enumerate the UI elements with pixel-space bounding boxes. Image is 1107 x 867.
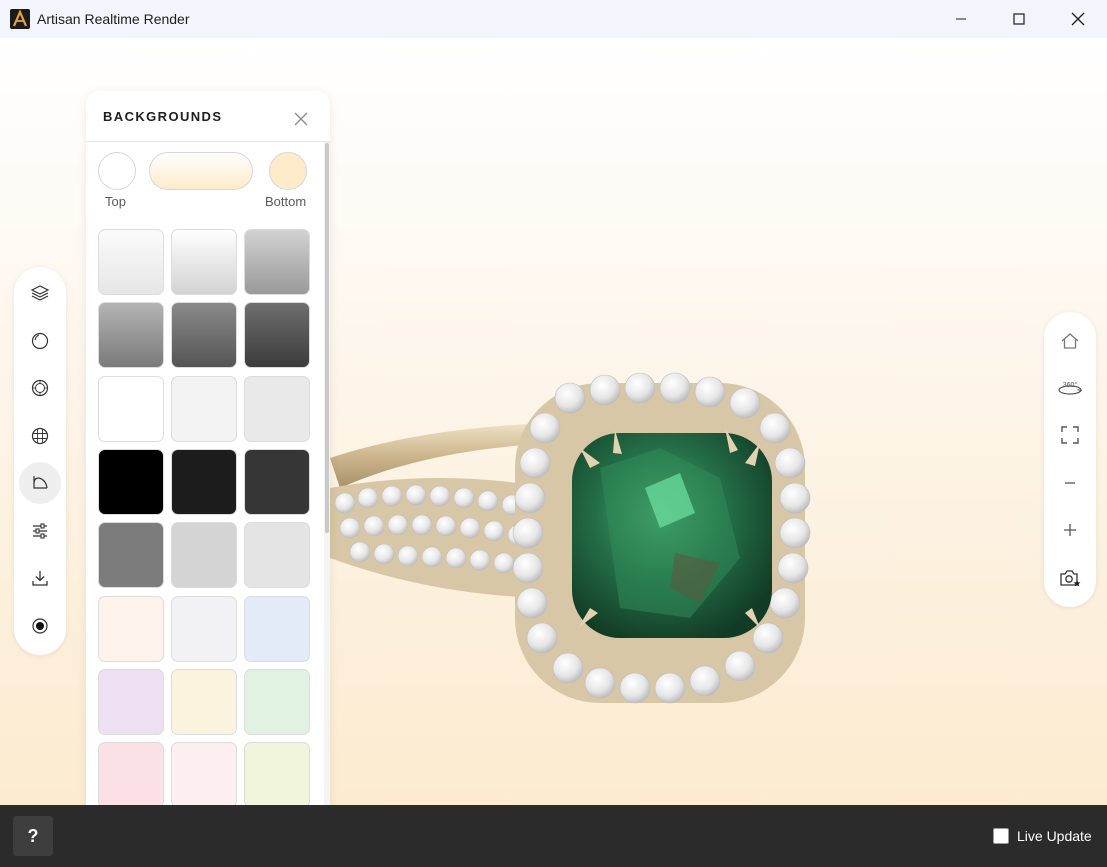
layers-button[interactable]: [19, 272, 61, 314]
adjustments-icon: [33, 523, 47, 539]
background-swatch[interactable]: [244, 375, 310, 442]
background-swatch[interactable]: [98, 522, 164, 589]
camera-icon: [1060, 570, 1081, 587]
backgrounds-panel: BACKGROUNDS Top Bottom: [86, 91, 330, 805]
fullscreen-icon: [1061, 426, 1079, 444]
title-bar: Artisan Realtime Render: [0, 0, 1107, 38]
bottom-color-label: Bottom: [265, 194, 307, 209]
close-icon: [294, 112, 308, 126]
background-swatch[interactable]: [171, 448, 237, 515]
help-button[interactable]: ?: [13, 816, 53, 856]
environment-icon: [31, 427, 49, 445]
background-swatch[interactable]: [171, 595, 237, 662]
background-swatch[interactable]: [171, 522, 237, 589]
rotate-360-icon: 360°: [1058, 381, 1083, 395]
close-icon: [1071, 12, 1085, 26]
background-swatch[interactable]: [244, 742, 310, 805]
maximize-icon: [1013, 13, 1025, 25]
background-swatch[interactable]: [244, 595, 310, 662]
record-icon: [32, 618, 48, 634]
background-swatch[interactable]: [98, 668, 164, 735]
layers-icon: [30, 285, 50, 301]
minimize-button[interactable]: [932, 0, 990, 38]
environment-button[interactable]: [19, 415, 61, 457]
home-view-button[interactable]: [1049, 320, 1091, 362]
background-swatch[interactable]: [98, 375, 164, 442]
download-button[interactable]: [19, 557, 61, 599]
left-toolbar: [14, 267, 66, 655]
background-swatch[interactable]: [98, 229, 164, 295]
zoom-out-icon: [1065, 482, 1075, 484]
background-swatch[interactable]: [171, 229, 237, 295]
divider: [86, 141, 330, 142]
scrollbar-thumb[interactable]: [325, 143, 329, 533]
panel-close-button[interactable]: [290, 108, 312, 130]
background-swatch[interactable]: [171, 742, 237, 805]
background-button[interactable]: [19, 462, 61, 504]
zoom-out-button[interactable]: [1049, 462, 1091, 504]
background-swatch[interactable]: [98, 595, 164, 662]
rotate-360-button[interactable]: 360°: [1049, 367, 1091, 409]
ring-model[interactable]: [300, 338, 820, 718]
close-window-button[interactable]: [1049, 0, 1107, 38]
background-swatch[interactable]: [244, 448, 310, 515]
bottom-color-picker[interactable]: [269, 152, 307, 190]
download-icon: [32, 571, 48, 586]
render-viewport[interactable]: BACKGROUNDS Top Bottom 360°: [0, 38, 1107, 805]
background-swatch[interactable]: [244, 302, 310, 369]
maximize-button[interactable]: [990, 0, 1048, 38]
background-swatch[interactable]: [171, 302, 237, 369]
metal-button[interactable]: [19, 320, 61, 362]
live-update-checkbox[interactable]: [993, 828, 1009, 844]
gem-icon: [31, 379, 49, 397]
home-icon: [1061, 333, 1079, 349]
record-button[interactable]: [19, 605, 61, 647]
background-swatch[interactable]: [171, 668, 237, 735]
adjustments-button[interactable]: [19, 510, 61, 552]
app-logo: [10, 9, 30, 29]
background-swatch[interactable]: [171, 375, 237, 442]
panel-title: BACKGROUNDS: [103, 109, 223, 124]
zoom-in-button[interactable]: [1049, 509, 1091, 551]
background-swatch[interactable]: [244, 668, 310, 735]
background-swatch[interactable]: [98, 742, 164, 805]
gem-button[interactable]: [19, 367, 61, 409]
bottom-bar: ? Live Update: [0, 805, 1107, 867]
background-icon: [33, 476, 48, 489]
rotate-360-label: 360°: [1063, 381, 1078, 389]
live-update-label[interactable]: Live Update: [1017, 828, 1092, 844]
background-swatch[interactable]: [244, 229, 310, 295]
top-color-picker[interactable]: [98, 152, 136, 190]
gradient-preview[interactable]: [149, 152, 253, 190]
right-toolbar: 360°: [1044, 312, 1096, 607]
background-swatch[interactable]: [98, 448, 164, 515]
background-swatch[interactable]: [244, 522, 310, 589]
zoom-in-icon: [1064, 524, 1076, 536]
snapshot-button[interactable]: [1049, 557, 1091, 599]
window-title: Artisan Realtime Render: [37, 11, 190, 27]
background-swatch[interactable]: [98, 302, 164, 369]
minimize-icon: [956, 18, 966, 20]
top-color-label: Top: [105, 194, 126, 209]
fullscreen-button[interactable]: [1049, 414, 1091, 456]
metal-icon: [31, 332, 49, 350]
